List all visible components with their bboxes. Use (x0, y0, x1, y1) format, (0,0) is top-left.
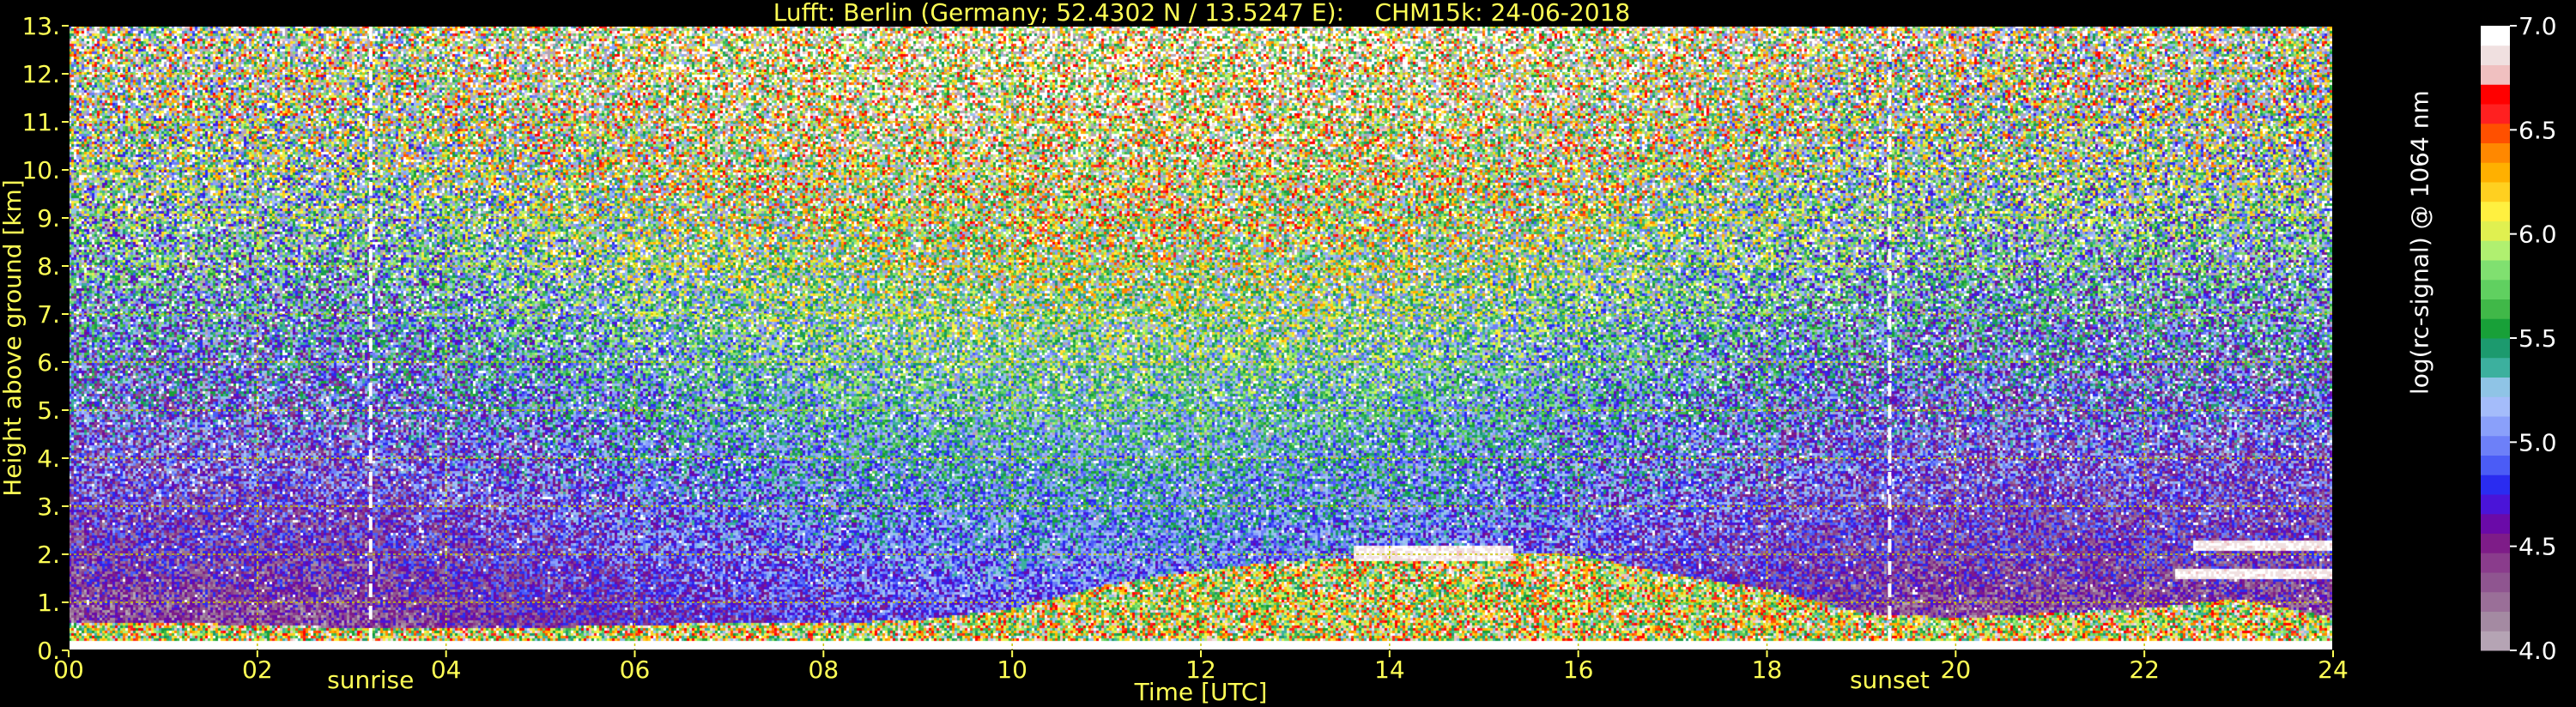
y-axis-label: Height above ground [km] (0, 179, 27, 497)
x-tick-label: 02 (242, 656, 273, 684)
marker-label-sunrise: sunrise (327, 666, 414, 694)
colorbar-swatch (2481, 611, 2510, 631)
colorbar-swatch (2481, 494, 2510, 515)
colorbar-swatch (2481, 182, 2510, 202)
colorbar-swatch (2481, 416, 2510, 437)
colorbar-swatch (2481, 533, 2510, 553)
colorbar-swatch (2481, 162, 2510, 183)
colorbar-swatch (2481, 553, 2510, 573)
y-tick-label: 2. (37, 541, 60, 569)
y-tick-label: 11. (21, 108, 60, 136)
colorbar-swatch (2481, 338, 2510, 359)
colorbar-swatch (2481, 396, 2510, 417)
colorbar: 4.0 4.5 5.0 5.5 6.0 6.5 7.0 (2481, 12, 2557, 665)
y-tick-label: 7. (37, 300, 60, 329)
lidar-chart: sunrise sunset 00 02 04 06 08 10 12 14 16 18 20 22 24… (0, 12, 2557, 706)
x-tick-label: 16 (1563, 656, 1594, 684)
x-tick-label: 24 (2318, 656, 2349, 684)
x-axis-label: Time [UTC] (1134, 678, 1268, 706)
y-tick-label: 0. (37, 637, 60, 665)
colorbar-swatch (2481, 104, 2510, 124)
colorbar-swatch (2481, 357, 2510, 378)
colorbar-swatch (2481, 221, 2510, 241)
colorbar-swatch (2481, 45, 2510, 65)
x-tick-label: 04 (431, 656, 462, 684)
x-tick-label: 18 (1752, 656, 1783, 684)
colorbar-tick-label: 6.0 (2518, 221, 2557, 249)
y-tick-label: 4. (37, 444, 60, 473)
colorbar-swatch (2481, 240, 2510, 261)
colorbar-tick-label: 5.5 (2518, 324, 2557, 353)
colorbar-swatch (2481, 279, 2510, 299)
colorbar-swatch (2481, 572, 2510, 593)
colorbar-tick-label: 4.5 (2518, 533, 2557, 561)
colorbar-swatch (2481, 631, 2510, 651)
colorbar-swatch (2481, 591, 2510, 612)
colorbar-swatch (2481, 435, 2510, 456)
colorbar-tick-label: 7.0 (2518, 12, 2557, 40)
colorbar-swatch (2481, 513, 2510, 534)
x-tick-label: 20 (1941, 656, 1972, 684)
x-tick-label: 08 (809, 656, 839, 684)
y-tick-label: 6. (37, 348, 60, 377)
y-tick-label: 3. (37, 492, 60, 521)
y-tick-label: 9. (37, 204, 60, 233)
colorbar-swatch (2481, 201, 2510, 221)
y-tick-label: 8. (37, 252, 60, 281)
colorbar-tick-label: 6.5 (2518, 116, 2557, 144)
colorbar-swatch (2481, 64, 2510, 85)
y-tick-label: 12. (21, 60, 60, 88)
x-tick-label: 22 (2129, 656, 2160, 684)
colorbar-swatch (2481, 123, 2510, 143)
y-tick-label: 13. (21, 12, 60, 40)
colorbar-swatch (2481, 260, 2510, 281)
x-tick-label: 06 (620, 656, 651, 684)
colorbar-swatch (2481, 84, 2510, 105)
colorbar-swatch (2481, 299, 2510, 319)
colorbar-tick-label: 4.0 (2518, 637, 2557, 665)
y-tick-label: 10. (21, 156, 60, 184)
colorbar-swatch (2481, 474, 2510, 495)
y-tick-label: 1. (37, 589, 60, 617)
colorbar-swatch (2481, 142, 2510, 163)
x-tick-label: 10 (997, 656, 1027, 684)
colorbar-label: log(rc-signal) @ 1064 nm (2405, 90, 2434, 395)
colorbar-swatch (2481, 26, 2510, 46)
colorbar-swatch (2481, 318, 2510, 339)
marker-label-sunset: sunset (1850, 666, 1930, 694)
x-tick-label: 14 (1374, 656, 1405, 684)
colorbar-swatch (2481, 377, 2510, 397)
colorbar-tick-label: 5.0 (2518, 428, 2557, 456)
y-tick-label: 5. (37, 396, 60, 425)
colorbar-swatch (2481, 455, 2510, 475)
